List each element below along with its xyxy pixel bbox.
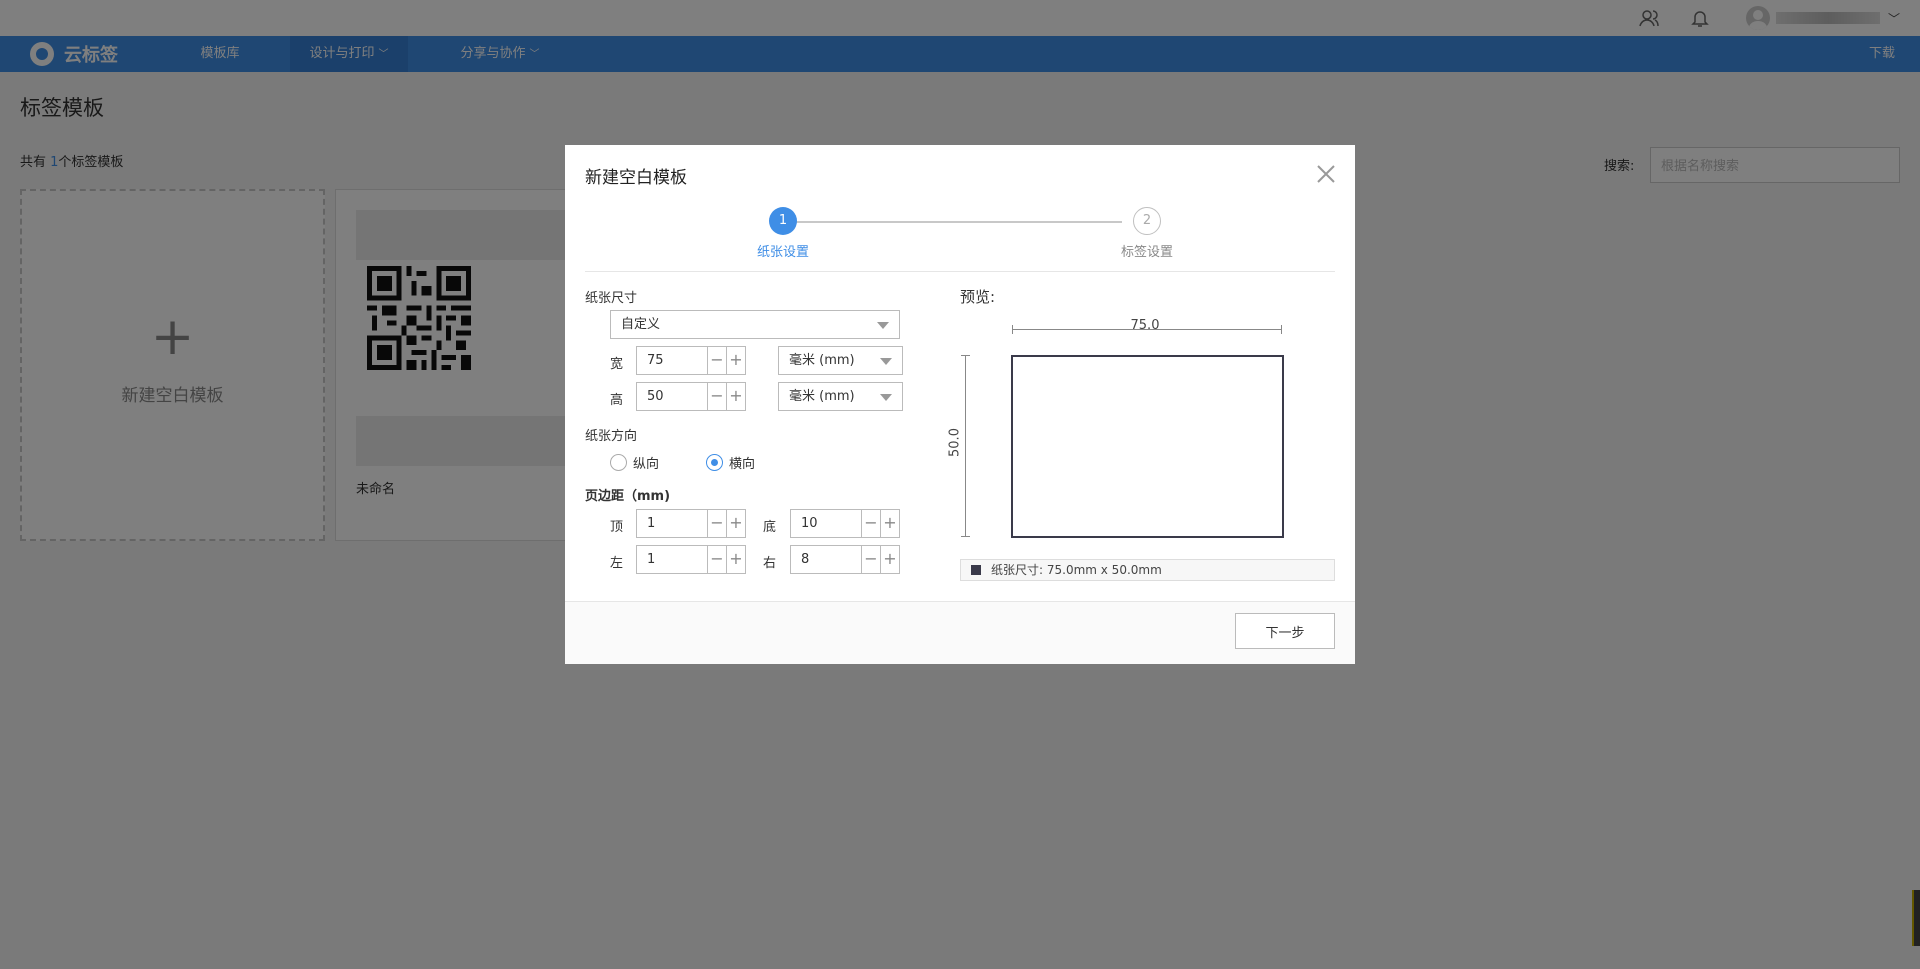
step-label: 标签设置 [1120,245,1173,260]
margin-top-stepper[interactable]: 1 − + [636,509,746,538]
plus-icon[interactable]: + [726,546,745,573]
plus-icon[interactable]: + [880,546,899,573]
margin-left-label: 左 [610,556,624,571]
preview-width-value: 75.0 [1130,318,1160,333]
orientation-landscape-radio[interactable]: 横向 [706,453,755,472]
width-unit-value: 毫米 (mm) [789,353,855,368]
margin-left-stepper[interactable]: 1 − + [636,545,746,574]
orientation-label: 纸张方向 [585,429,638,444]
margin-right-label: 右 [763,556,777,571]
paper-preview [1011,355,1284,538]
step-label-settings[interactable]: 2 标签设置 [1092,207,1202,260]
preview-height-value: 50.0 [947,428,963,457]
close-icon[interactable] [1315,163,1337,185]
paper-size-info-text: 纸张尺寸: 75.0mm x 50.0mm [991,563,1162,577]
plus-icon[interactable]: + [726,347,745,374]
plus-icon[interactable]: + [880,510,899,537]
height-label: 高 [610,393,624,408]
minus-icon[interactable]: − [707,510,726,537]
width-label: 宽 [610,357,624,372]
radio-dot [610,454,627,471]
next-step-button[interactable]: 下一步 [1235,613,1335,649]
dropdown-arrow-icon [877,322,889,329]
margin-right-value[interactable]: 8 [801,546,809,573]
paper-size-info: 纸张尺寸: 75.0mm x 50.0mm [960,559,1335,581]
width-dimension-line [1012,325,1282,334]
height-unit-select[interactable]: 毫米 (mm) [778,382,903,411]
plus-icon[interactable]: + [726,510,745,537]
radio-dot [706,454,723,471]
paper-size-value: 自定义 [621,317,661,332]
dialog-title: 新建空白模板 [585,168,687,188]
dropdown-arrow-icon [880,358,892,365]
paper-size-select[interactable]: 自定义 [610,310,900,339]
margin-bottom-value[interactable]: 10 [801,510,818,537]
margin-left-value[interactable]: 1 [647,546,655,573]
legend-square-icon [971,565,981,575]
margin-label: 页边距（mm) [585,489,671,504]
plus-icon[interactable]: + [726,383,745,410]
height-dimension-line [961,355,970,537]
preview-label: 预览: [960,288,996,306]
height-stepper[interactable]: 50 − + [636,382,746,411]
step-number: 2 [1133,207,1161,235]
width-stepper[interactable]: 75 − + [636,346,746,375]
height-value[interactable]: 50 [647,383,664,410]
dropdown-arrow-icon [880,394,892,401]
height-unit-value: 毫米 (mm) [789,389,855,404]
dialog-footer: 下一步 [565,601,1355,664]
step-number: 1 [769,207,797,235]
step-paper-settings[interactable]: 1 纸张设置 [728,207,838,260]
minus-icon[interactable]: − [861,546,880,573]
orientation-portrait-radio[interactable]: 纵向 [610,453,659,472]
minus-icon[interactable]: − [707,347,726,374]
margin-bottom-stepper[interactable]: 10 − + [790,509,900,538]
paper-size-label: 纸张尺寸 [585,291,638,306]
margin-bottom-label: 底 [763,520,777,535]
minus-icon[interactable]: − [707,546,726,573]
minus-icon[interactable]: − [861,510,880,537]
orientation-landscape-label: 横向 [729,457,756,472]
margin-top-value[interactable]: 1 [647,510,655,537]
width-unit-select[interactable]: 毫米 (mm) [778,346,903,375]
new-blank-template-dialog: 新建空白模板 1 纸张设置 2 标签设置 纸张尺寸 自定义 宽 75 − + 毫… [565,145,1355,664]
divider [585,271,1335,272]
step-label: 纸张设置 [756,245,809,260]
width-value[interactable]: 75 [647,347,664,374]
minus-icon[interactable]: − [707,383,726,410]
margin-top-label: 顶 [610,520,624,535]
orientation-portrait-label: 纵向 [633,457,660,472]
margin-right-stepper[interactable]: 8 − + [790,545,900,574]
